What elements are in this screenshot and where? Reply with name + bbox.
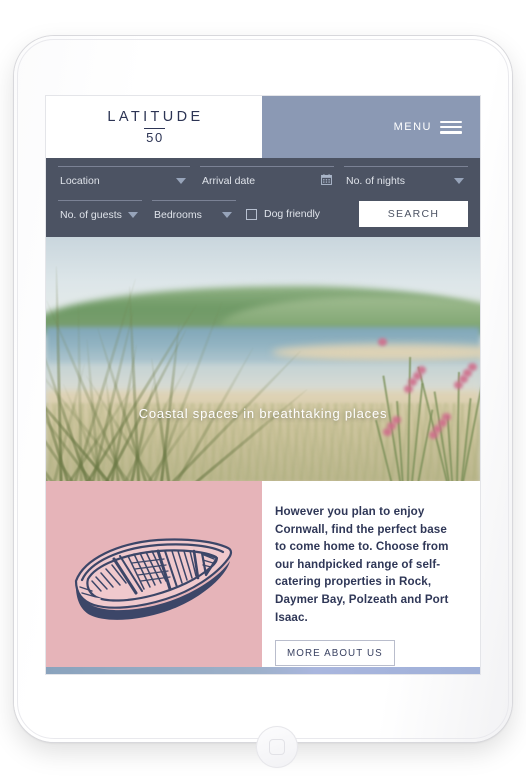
chevron-down-icon — [222, 211, 232, 218]
arrival-date-placeholder: Arrival date — [202, 174, 256, 187]
menu-button[interactable]: MENU — [262, 96, 480, 158]
hero-foreground-grass — [46, 242, 308, 481]
intro-paragraph: However you plan to enjoy Cornwall, find… — [275, 505, 449, 624]
guests-placeholder: No. of guests — [60, 208, 122, 221]
chevron-down-icon — [176, 177, 186, 184]
dog-friendly-toggle[interactable]: Dog friendly — [246, 200, 349, 226]
site-header: LATITUDE 50 MENU — [46, 96, 480, 158]
search-row-secondary: No. of guests Bedrooms Dog friendly SEAR… — [58, 200, 468, 227]
dog-friendly-label: Dog friendly — [264, 208, 321, 220]
boat-illustration-panel — [46, 481, 262, 667]
home-button-square-icon — [269, 739, 285, 755]
browser-viewport: LATITUDE 50 MENU Location Arrival date N… — [46, 96, 480, 674]
page-bottom-strip — [46, 667, 480, 674]
search-button[interactable]: SEARCH — [359, 201, 468, 227]
menu-button-label: MENU — [393, 121, 432, 133]
more-about-us-button[interactable]: MORE ABOUT US — [275, 640, 395, 667]
search-input-arrival-date[interactable]: Arrival date — [200, 166, 334, 192]
intro-section: However you plan to enjoy Cornwall, find… — [46, 481, 480, 667]
chevron-down-icon — [454, 177, 464, 184]
location-placeholder: Location — [60, 174, 100, 187]
search-input-bedrooms[interactable]: Bedrooms — [152, 200, 236, 226]
hero-banner: Coastal spaces in breathtaking places — [46, 237, 480, 481]
search-input-nights[interactable]: No. of nights — [344, 166, 468, 192]
hamburger-menu-icon — [440, 120, 462, 134]
hero-caption: Coastal spaces in breathtaking places — [138, 406, 388, 421]
search-input-guests[interactable]: No. of guests — [58, 200, 142, 226]
bedrooms-placeholder: Bedrooms — [154, 208, 202, 221]
logo-wordmark: LATITUDE — [107, 109, 204, 126]
search-row-primary: Location Arrival date No. of nights — [58, 166, 468, 192]
site-logo[interactable]: LATITUDE 50 — [46, 96, 262, 158]
calendar-icon — [321, 173, 332, 188]
logo-divider-rule — [143, 127, 165, 129]
property-search-bar: Location Arrival date No. of nights No. … — [46, 158, 480, 237]
intro-copy-panel: However you plan to enjoy Cornwall, find… — [262, 481, 480, 667]
chevron-down-icon — [128, 211, 138, 218]
nights-placeholder: No. of nights — [346, 174, 405, 187]
search-input-location[interactable]: Location — [58, 166, 190, 192]
logo-number: 50 — [146, 129, 164, 145]
dog-friendly-checkbox[interactable] — [246, 208, 257, 220]
home-button[interactable] — [256, 726, 298, 768]
rowing-boat-illustration — [74, 538, 233, 620]
